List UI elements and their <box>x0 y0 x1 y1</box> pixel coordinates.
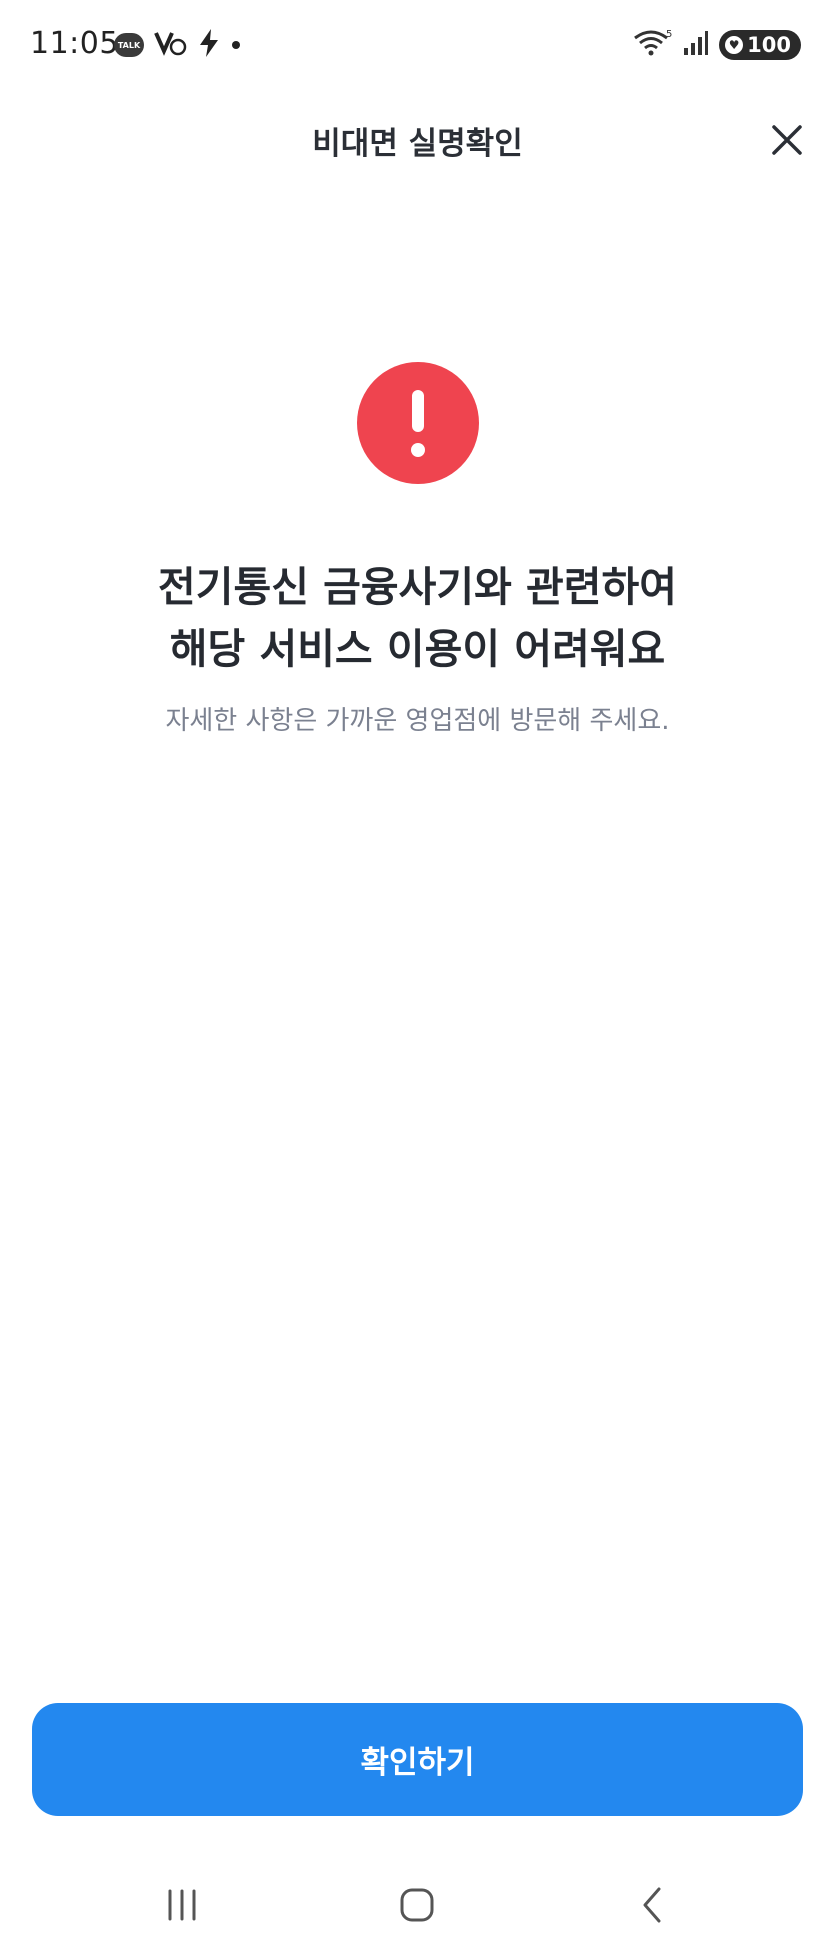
navigation-bar <box>0 1870 835 1940</box>
wifi-label: 5 <box>666 29 672 40</box>
status-bar: 11:05 TALK 5 ♥ 100 <box>0 0 835 92</box>
close-button[interactable] <box>761 114 813 166</box>
home-icon <box>400 1888 434 1922</box>
notification-icons: TALK <box>114 28 242 62</box>
shield-icon: ♥ <box>725 36 744 54</box>
home-button[interactable] <box>387 1880 447 1930</box>
page-title: 비대면 실명확인 <box>312 126 523 162</box>
back-icon <box>643 1887 661 1923</box>
confirm-button[interactable]: 확인하기 <box>32 1703 803 1816</box>
signal-icon <box>683 30 709 60</box>
recent-apps-button[interactable] <box>152 1880 212 1930</box>
close-icon <box>772 125 802 155</box>
battery-level: 100 <box>747 33 791 57</box>
alert-icon <box>357 362 479 484</box>
error-title-line1: 전기통신 금융사기와 관련하여 <box>158 563 677 611</box>
error-title-line2: 해당 서비스 이용이 어려워요 <box>169 625 666 673</box>
charging-icon <box>198 28 220 62</box>
battery-indicator: ♥ 100 <box>719 30 801 60</box>
talk-icon: TALK <box>114 33 144 57</box>
app-header: 비대면 실명확인 <box>0 100 835 176</box>
back-button[interactable] <box>622 1880 682 1930</box>
system-icons: 5 ♥ 100 <box>633 28 801 62</box>
vpn-icon <box>154 29 188 61</box>
status-time: 11:05 <box>30 26 119 61</box>
error-message: 전기통신 금융사기와 관련하여 해당 서비스 이용이 어려워요 <box>0 556 835 680</box>
wifi-icon: 5 <box>633 28 673 62</box>
error-subtitle: 자세한 사항은 가까운 영업점에 방문해 주세요. <box>165 706 670 736</box>
recent-apps-icon <box>168 1889 196 1921</box>
dot-icon <box>230 36 242 55</box>
